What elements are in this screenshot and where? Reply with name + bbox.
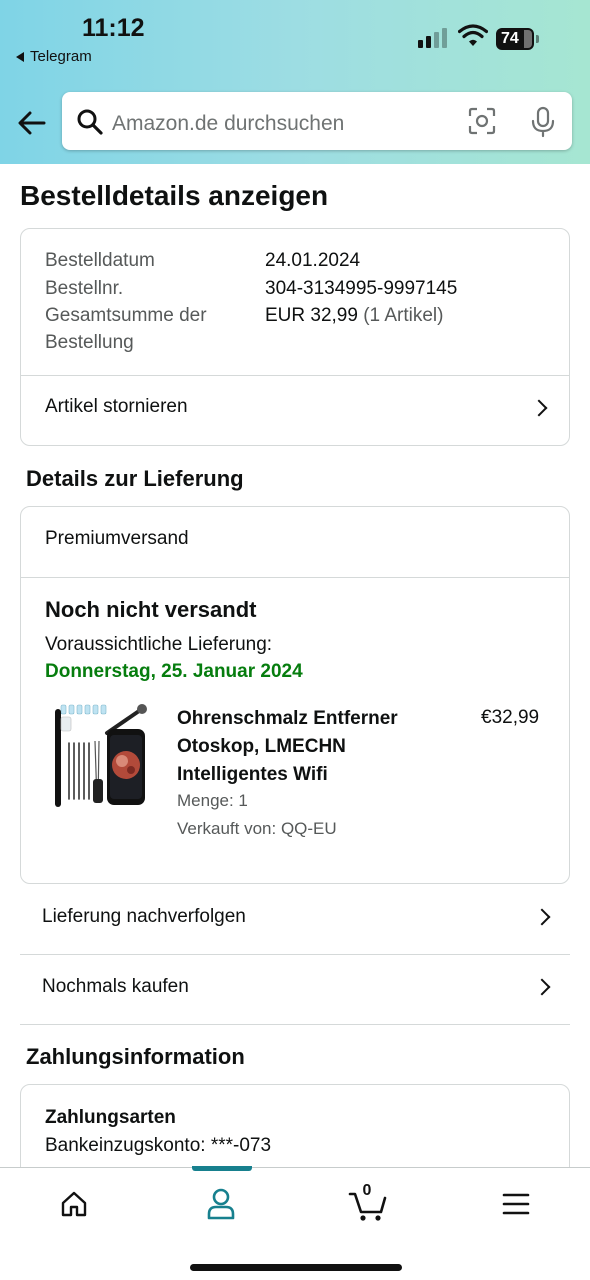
order-total-items: (1 Artikel)	[363, 305, 444, 326]
home-indicator	[190, 1264, 402, 1271]
order-total-label-line2: Bestellung	[45, 332, 134, 353]
payment-method-value: Bankeinzugskonto: ***-073	[45, 1135, 272, 1156]
delivery-card: Premiumversand Noch nicht versandt Vorau…	[20, 506, 570, 884]
cart-count: 0	[362, 1182, 372, 1199]
product-price: €32,99	[481, 707, 540, 728]
track-delivery-row[interactable]: Lieferung nachverfolgen	[20, 884, 570, 954]
track-delivery-label: Lieferung nachverfolgen	[42, 906, 246, 927]
nav-menu[interactable]	[492, 1184, 540, 1224]
order-number-value: 304-3134995-9997145	[265, 278, 458, 299]
shipping-type: Premiumversand	[45, 528, 189, 549]
product-quantity: Menge: 1	[177, 791, 248, 810]
back-triangle-icon	[16, 51, 24, 62]
chevron-right-icon	[533, 908, 551, 926]
payment-section-title: Zahlungsinformation	[26, 1044, 245, 1069]
order-date-value: 24.01.2024	[265, 250, 361, 271]
page-title: Bestelldetails anzeigen	[20, 180, 329, 211]
back-app-label: Telegram	[30, 48, 92, 65]
active-tab-indicator	[192, 1166, 252, 1171]
menu-icon	[502, 1193, 530, 1215]
search-input[interactable]: Amazon.de durchsuchen	[112, 112, 344, 136]
cancel-items-label: Artikel stornieren	[45, 396, 188, 417]
header: 11:12 Telegram 74 Amazon.de durchsuchen	[0, 0, 590, 164]
bottom-nav: 0	[0, 1166, 590, 1280]
search-icon	[77, 109, 103, 135]
wifi-icon	[458, 24, 488, 46]
status-time: 11:12	[82, 14, 145, 42]
back-to-telegram[interactable]: Telegram	[16, 48, 92, 65]
order-total-value: EUR 32,99 (1 Artikel)	[265, 302, 443, 329]
divider	[20, 1024, 570, 1025]
nav-account[interactable]	[197, 1184, 245, 1224]
product-title[interactable]: Ohrenschmalz Entferner Otoskop, LMECHN I…	[177, 705, 457, 789]
camera-search-icon[interactable]	[468, 107, 496, 135]
chevron-right-icon	[533, 978, 551, 996]
expected-delivery-label: Voraussichtliche Lieferung:	[45, 634, 273, 655]
microphone-icon[interactable]	[530, 106, 556, 138]
expected-delivery-date: Donnerstag, 25. Januar 2024	[45, 661, 303, 682]
product-seller: Verkauft von: QQ-EU	[177, 819, 337, 838]
battery-level: 74	[501, 30, 519, 47]
cancel-items-row[interactable]: Artikel stornieren	[21, 376, 569, 446]
buy-again-row[interactable]: Nochmals kaufen	[20, 954, 570, 1024]
order-summary-card: Bestelldatum 24.01.2024 Bestellnr. 304-3…	[20, 228, 570, 446]
order-total-amount: EUR 32,99	[265, 305, 358, 326]
nav-cart[interactable]: 0	[344, 1182, 392, 1224]
back-arrow-icon[interactable]	[16, 108, 48, 138]
divider	[21, 577, 569, 578]
order-number-label: Bestellnr.	[45, 278, 124, 299]
product-image[interactable]	[49, 703, 159, 809]
person-icon	[207, 1188, 235, 1220]
cellular-signal-icon	[418, 28, 447, 48]
search-bar[interactable]: Amazon.de durchsuchen	[62, 92, 572, 150]
order-total-label-line1: Gesamtsumme der	[45, 305, 207, 326]
buy-again-label: Nochmals kaufen	[42, 976, 189, 997]
home-icon	[61, 1191, 87, 1217]
chevron-right-icon	[530, 399, 548, 417]
product-title-line1: Ohrenschmalz Entferner	[177, 708, 398, 729]
battery-icon: 74	[496, 28, 539, 50]
payment-methods-title: Zahlungsarten	[45, 1107, 176, 1128]
product-title-line3: Intelligentes Wifi	[177, 764, 328, 785]
product-title-line2: Otoskop, LMECHN	[177, 736, 346, 757]
delivery-section-title: Details zur Lieferung	[26, 466, 244, 491]
order-date-label: Bestelldatum	[45, 250, 155, 271]
shipment-status: Noch nicht versandt	[45, 597, 257, 622]
nav-home[interactable]	[50, 1184, 98, 1224]
